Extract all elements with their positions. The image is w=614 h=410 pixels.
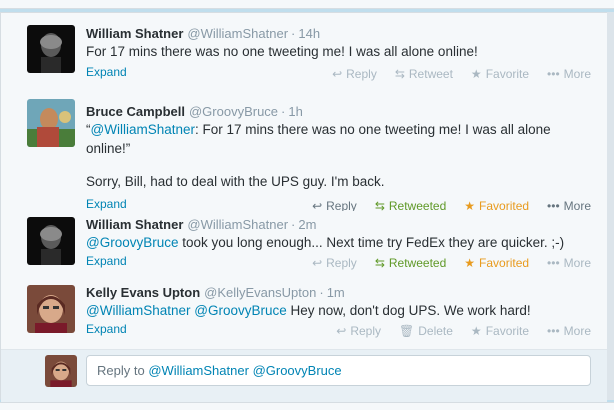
- favorite-label: Favorited: [479, 256, 530, 270]
- separator-dot: ·: [319, 285, 324, 300]
- reply-mention: @GroovyBruce: [252, 363, 342, 378]
- tweet-timestamp[interactable]: 14h: [298, 26, 320, 41]
- favorite-button[interactable]: ★ Favorite: [471, 67, 529, 81]
- tweet-item[interactable]: Kelly Evans Upton @KellyEvansUpton · 1m @Wi…: [1, 279, 607, 347]
- mention-link[interactable]: @WilliamShatner: [91, 122, 195, 137]
- tweet-fullname[interactable]: Bruce Campbell: [86, 104, 185, 119]
- favorite-button[interactable]: ★ Favorite: [471, 324, 529, 338]
- more-label: More: [563, 256, 591, 270]
- reply-button[interactable]: ↩ Reply: [332, 67, 377, 81]
- tweet-text: @WilliamShatner @GroovyBruce Hey now, do…: [86, 301, 586, 320]
- reply-avatar: [45, 355, 77, 387]
- reply-arrow-icon: ↩: [336, 324, 347, 338]
- star-icon: ★: [470, 67, 482, 81]
- reply-arrow-icon: ↩: [332, 67, 343, 81]
- more-label: More: [563, 67, 591, 81]
- separator-dot: ·: [291, 217, 296, 232]
- tweet-item[interactable]: William Shatner @WilliamShatner · 2m @Groov…: [1, 211, 607, 279]
- previous-item-strip: [0, 0, 614, 9]
- trash-icon: 🗑: [399, 324, 415, 338]
- reply-label: Reply: [346, 67, 377, 81]
- mention-link[interactable]: @WilliamShatner: [86, 303, 190, 318]
- more-label: More: [563, 324, 591, 338]
- avatar[interactable]: [27, 285, 75, 333]
- retweet-icon: ⇆: [394, 67, 405, 81]
- more-dots-icon: •••: [547, 324, 560, 338]
- expand-link[interactable]: Expand: [86, 322, 127, 336]
- tweet-timestamp[interactable]: 2m: [298, 217, 316, 232]
- tweet-actions: ↩ Reply ⇆ Retweeted ★ Favorited ••• More: [312, 256, 591, 270]
- tweet-text: “@WilliamShatner: For 17 mins there was …: [86, 120, 586, 158]
- reply-arrow-icon: ↩: [312, 256, 323, 270]
- tweet-fullname[interactable]: William Shatner: [86, 217, 183, 232]
- star-icon: ★: [464, 256, 476, 270]
- tweet-header: William Shatner @WilliamShatner · 14h: [86, 26, 320, 41]
- tweet-username[interactable]: @KellyEvansUpton: [204, 285, 316, 300]
- retweet-button[interactable]: ⇆ Retweet: [395, 67, 453, 81]
- delete-button[interactable]: 🗑 Delete: [399, 324, 453, 338]
- favorite-label: Favorite: [485, 67, 530, 81]
- favorite-label: Favorite: [485, 324, 530, 338]
- mention-link[interactable]: @GroovyBruce: [86, 235, 178, 250]
- avatar[interactable]: [27, 99, 75, 147]
- tweet-timestamp[interactable]: 1m: [327, 285, 345, 300]
- reply-button[interactable]: ↩ Reply: [336, 324, 381, 338]
- reply-input[interactable]: Reply to @WilliamShatner @GroovyBruce: [86, 355, 591, 386]
- tweet-username[interactable]: @GroovyBruce: [189, 104, 278, 119]
- retweet-button[interactable]: ⇆ Retweeted: [375, 256, 446, 270]
- retweet-icon: ⇆: [374, 256, 385, 270]
- expand-link[interactable]: Expand: [86, 65, 127, 79]
- tweet-fullname[interactable]: Kelly Evans Upton: [86, 285, 200, 300]
- tweet-actions: ↩ Reply ⇆ Retweet ★ Favorite ••• More: [332, 67, 591, 81]
- tweet-text: @GroovyBruce took you long enough... Nex…: [86, 233, 586, 252]
- tweet-text-part: took you long enough... Next time try Fe…: [178, 235, 565, 250]
- page-edge: [607, 12, 614, 400]
- tweet-actions: ↩ Reply 🗑 Delete ★ Favorite ••• More: [336, 324, 591, 338]
- mention-link[interactable]: @GroovyBruce: [194, 303, 286, 318]
- more-button[interactable]: ••• More: [547, 324, 591, 338]
- more-button[interactable]: ••• More: [547, 67, 591, 81]
- retweet-label: Retweeted: [388, 256, 447, 270]
- tweet-username[interactable]: @WilliamShatner: [187, 217, 288, 232]
- tweet-header: Bruce Campbell @GroovyBruce · 1h: [86, 104, 303, 119]
- tweet-text-part: Hey now, don't dog UPS. We work hard!: [286, 303, 531, 318]
- reply-label: Reply: [350, 324, 381, 338]
- expand-link[interactable]: Expand: [86, 254, 127, 268]
- tweet-text-second: Sorry, Bill, had to deal with the UPS gu…: [86, 174, 385, 189]
- tweet-text: For 17 mins there was no one tweeting me…: [86, 44, 478, 59]
- reply-label: Reply: [326, 256, 357, 270]
- tweet-username[interactable]: @WilliamShatner: [187, 26, 288, 41]
- tweet-fullname[interactable]: William Shatner: [86, 26, 183, 41]
- tweet-item[interactable]: William Shatner @WilliamShatner · 14h For 1…: [1, 13, 607, 91]
- expand-link[interactable]: Expand: [86, 197, 127, 211]
- inline-reply-area: Reply to @WilliamShatner @GroovyBruce: [1, 349, 607, 402]
- retweet-label: Retweet: [408, 67, 453, 81]
- delete-label: Delete: [418, 324, 453, 338]
- reply-placeholder-prefix: Reply to: [97, 363, 149, 378]
- star-icon: ★: [470, 324, 482, 338]
- avatar[interactable]: [27, 217, 75, 265]
- more-dots-icon: •••: [547, 256, 560, 270]
- favorite-button[interactable]: ★ Favorited: [464, 256, 529, 270]
- more-dots-icon: •••: [547, 67, 560, 81]
- separator-dot: ·: [281, 104, 286, 119]
- tweet-timestamp[interactable]: 1h: [288, 104, 302, 119]
- avatar[interactable]: [27, 25, 75, 73]
- tweet-header: Kelly Evans Upton @KellyEvansUpton · 1m: [86, 285, 345, 300]
- tweet-header: William Shatner @WilliamShatner · 2m: [86, 217, 316, 232]
- reply-mention: @WilliamShatner: [148, 363, 249, 378]
- more-button[interactable]: ••• More: [547, 256, 591, 270]
- separator-dot: ·: [291, 26, 296, 41]
- conversation-panel: William Shatner @WilliamShatner · 14h For 1…: [0, 12, 608, 402]
- tweet-item[interactable]: Bruce Campbell @GroovyBruce · 1h “@WilliamS…: [1, 91, 607, 213]
- reply-button[interactable]: ↩ Reply: [312, 256, 357, 270]
